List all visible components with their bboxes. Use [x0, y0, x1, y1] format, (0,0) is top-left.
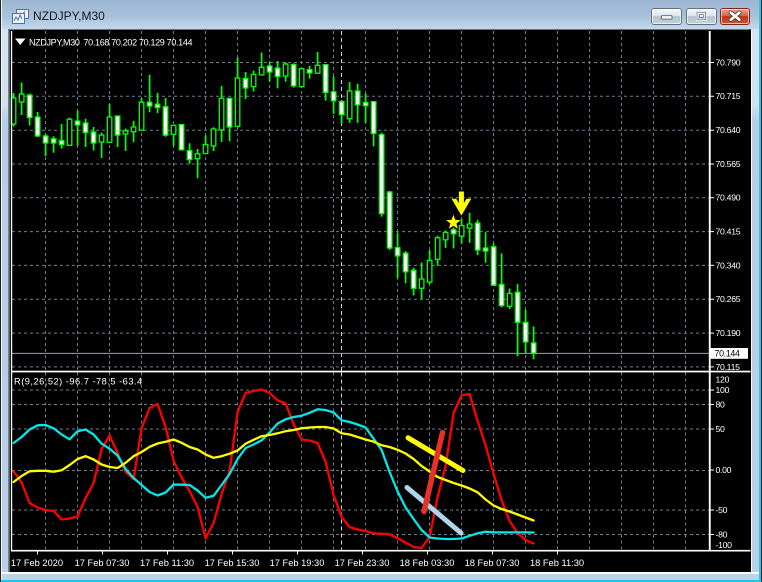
svg-text:70.415: 70.415 — [716, 227, 741, 237]
svg-text:-100: -100 — [716, 540, 733, 550]
svg-text:70.190: 70.190 — [716, 328, 741, 338]
svg-text:70.265: 70.265 — [716, 294, 741, 304]
svg-text:17 Feb 11:30: 17 Feb 11:30 — [140, 558, 194, 568]
svg-text:70.168 70.202 70.129 70.144: 70.168 70.202 70.129 70.144 — [84, 37, 193, 47]
svg-text:17 Feb 2020: 17 Feb 2020 — [11, 558, 63, 568]
svg-text:17 Feb 23:30: 17 Feb 23:30 — [335, 558, 390, 568]
svg-text:70.144: 70.144 — [715, 349, 741, 359]
svg-text:50: 50 — [716, 424, 726, 434]
svg-text:NZDJPY,M30: NZDJPY,M30 — [29, 37, 80, 47]
svg-text:17 Feb 07:30: 17 Feb 07:30 — [75, 558, 130, 568]
svg-text:17 Feb 19:30: 17 Feb 19:30 — [270, 558, 325, 568]
svg-text:80: 80 — [716, 399, 726, 409]
svg-text:70.115: 70.115 — [716, 362, 741, 372]
svg-text:18 Feb 11:30: 18 Feb 11:30 — [530, 558, 584, 568]
svg-text:70.790: 70.790 — [716, 57, 741, 67]
svg-text:17 Feb 15:30: 17 Feb 15:30 — [205, 558, 260, 568]
svg-text:18 Feb 03:30: 18 Feb 03:30 — [400, 558, 455, 568]
svg-text:70.715: 70.715 — [716, 91, 741, 101]
svg-text:100: 100 — [716, 385, 730, 395]
svg-text:70.340: 70.340 — [716, 260, 741, 270]
svg-text:0.00: 0.00 — [716, 465, 732, 475]
svg-text:70.565: 70.565 — [716, 159, 741, 169]
svg-text:-80: -80 — [716, 529, 728, 539]
svg-text:18 Feb 07:30: 18 Feb 07:30 — [465, 558, 520, 568]
svg-text:R(9,26,52) -96.7 -78.5 -63.4: R(9,26,52) -96.7 -78.5 -63.4 — [14, 377, 143, 387]
svg-text:120: 120 — [716, 374, 730, 384]
svg-text:70.640: 70.640 — [716, 125, 741, 135]
svg-text:70.490: 70.490 — [716, 193, 741, 203]
svg-text:-50: -50 — [716, 505, 728, 515]
